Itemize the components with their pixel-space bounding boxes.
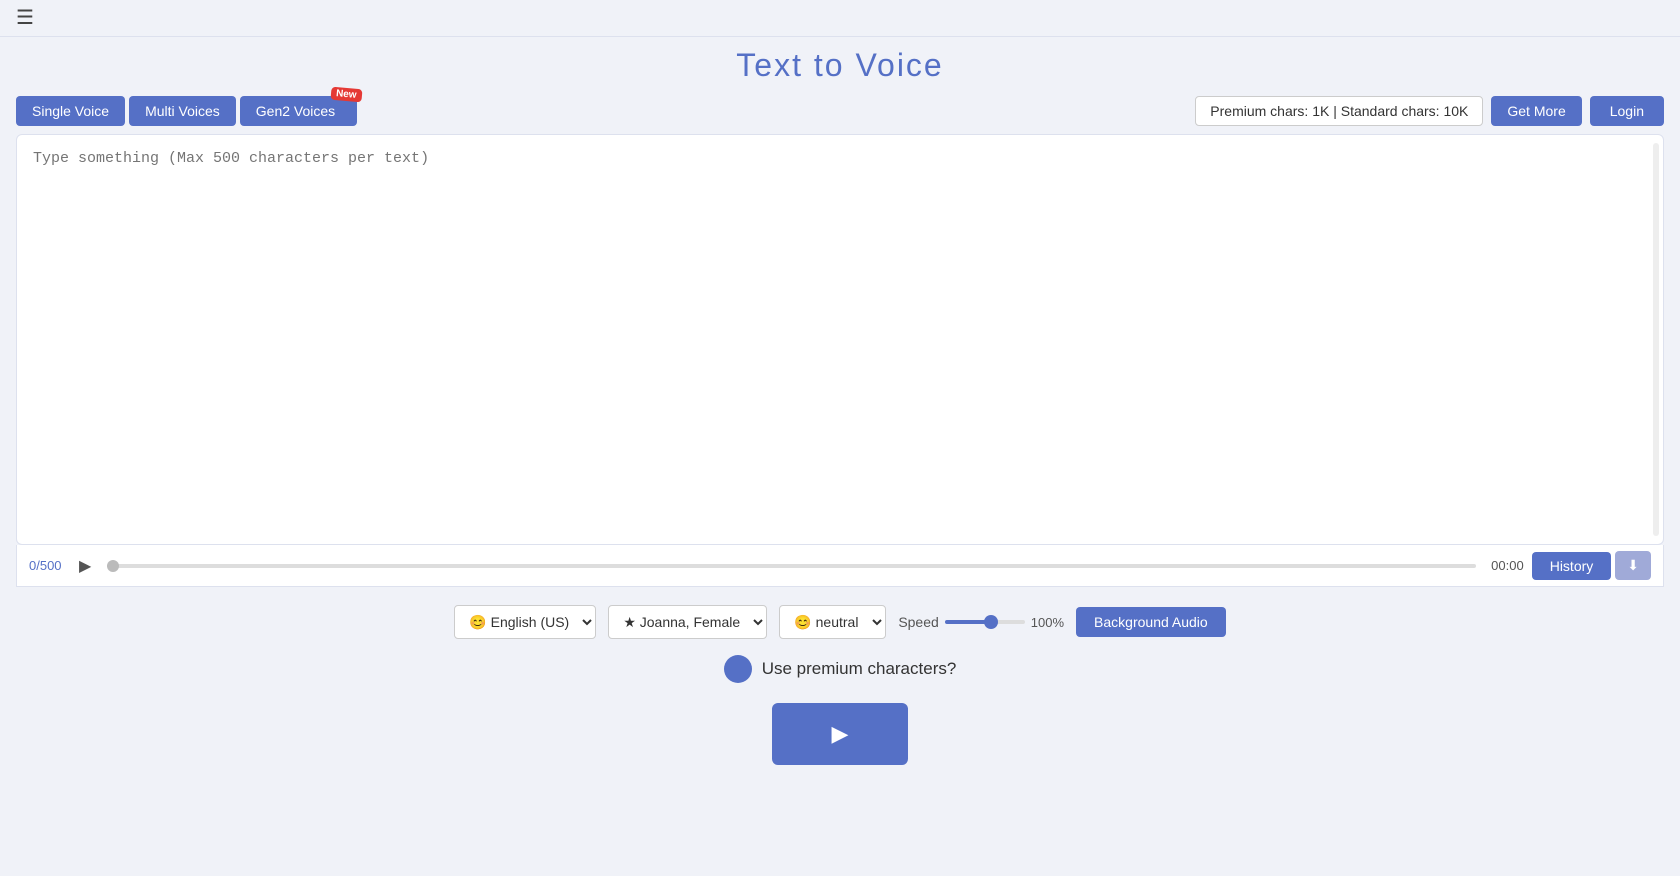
play-button-small[interactable]: ▶ [79, 556, 99, 576]
new-badge: New [330, 87, 362, 103]
get-more-button[interactable]: Get More [1491, 96, 1581, 126]
progress-dot [107, 560, 119, 572]
language-select[interactable]: 😊 English (US) [454, 605, 596, 639]
page-title-bar: Text to Voice [0, 37, 1680, 90]
generate-row: ▶ [0, 703, 1680, 765]
player-row: 0/500 ▶ 00:00 History ⬇ [16, 545, 1664, 587]
premium-toggle[interactable] [724, 655, 752, 683]
speed-pct: 100% [1031, 615, 1064, 630]
time-display: 00:00 [1484, 558, 1524, 573]
text-input[interactable] [33, 147, 1647, 527]
download-button[interactable]: ⬇ [1615, 551, 1651, 580]
speed-control: Speed 100% [898, 614, 1064, 630]
controls-row: 😊 English (US) ★ Joanna, Female 😊 neutra… [0, 605, 1680, 639]
tab-single-voice[interactable]: Single Voice [16, 96, 125, 126]
premium-row: Use premium characters? [0, 655, 1680, 683]
tabs-right: Premium chars: 1K | Standard chars: 10K … [1195, 96, 1664, 126]
generate-button[interactable]: ▶ [772, 703, 909, 765]
chars-info: Premium chars: 1K | Standard chars: 10K [1195, 96, 1483, 126]
tab-gen2-voices[interactable]: Gen2 Voices New [240, 96, 357, 126]
tab-multi-voices[interactable]: Multi Voices [129, 96, 236, 126]
premium-label: Use premium characters? [762, 659, 957, 679]
background-audio-button[interactable]: Background Audio [1076, 607, 1226, 637]
hamburger-icon[interactable]: ☰ [16, 8, 34, 28]
history-button[interactable]: History [1532, 552, 1612, 580]
progress-bar[interactable] [107, 564, 1475, 568]
login-button[interactable]: Login [1590, 96, 1664, 126]
generate-play-icon: ▶ [832, 721, 849, 747]
topbar-left: ☰ [16, 8, 34, 28]
main-text-area [16, 134, 1664, 545]
page-title: Text to Voice [0, 47, 1680, 84]
scrollbar[interactable] [1653, 143, 1659, 536]
speed-slider[interactable] [945, 620, 1025, 624]
tabs-row: Single Voice Multi Voices Gen2 Voices Ne… [0, 90, 1680, 134]
speed-label: Speed [898, 614, 938, 630]
tabs-left: Single Voice Multi Voices Gen2 Voices Ne… [16, 96, 357, 126]
topbar: ☰ [0, 0, 1680, 37]
char-count: 0/500 [29, 558, 79, 573]
download-icon: ⬇ [1627, 557, 1639, 573]
emotion-select[interactable]: 😊 neutral [779, 605, 886, 639]
voice-select[interactable]: ★ Joanna, Female [608, 605, 767, 639]
